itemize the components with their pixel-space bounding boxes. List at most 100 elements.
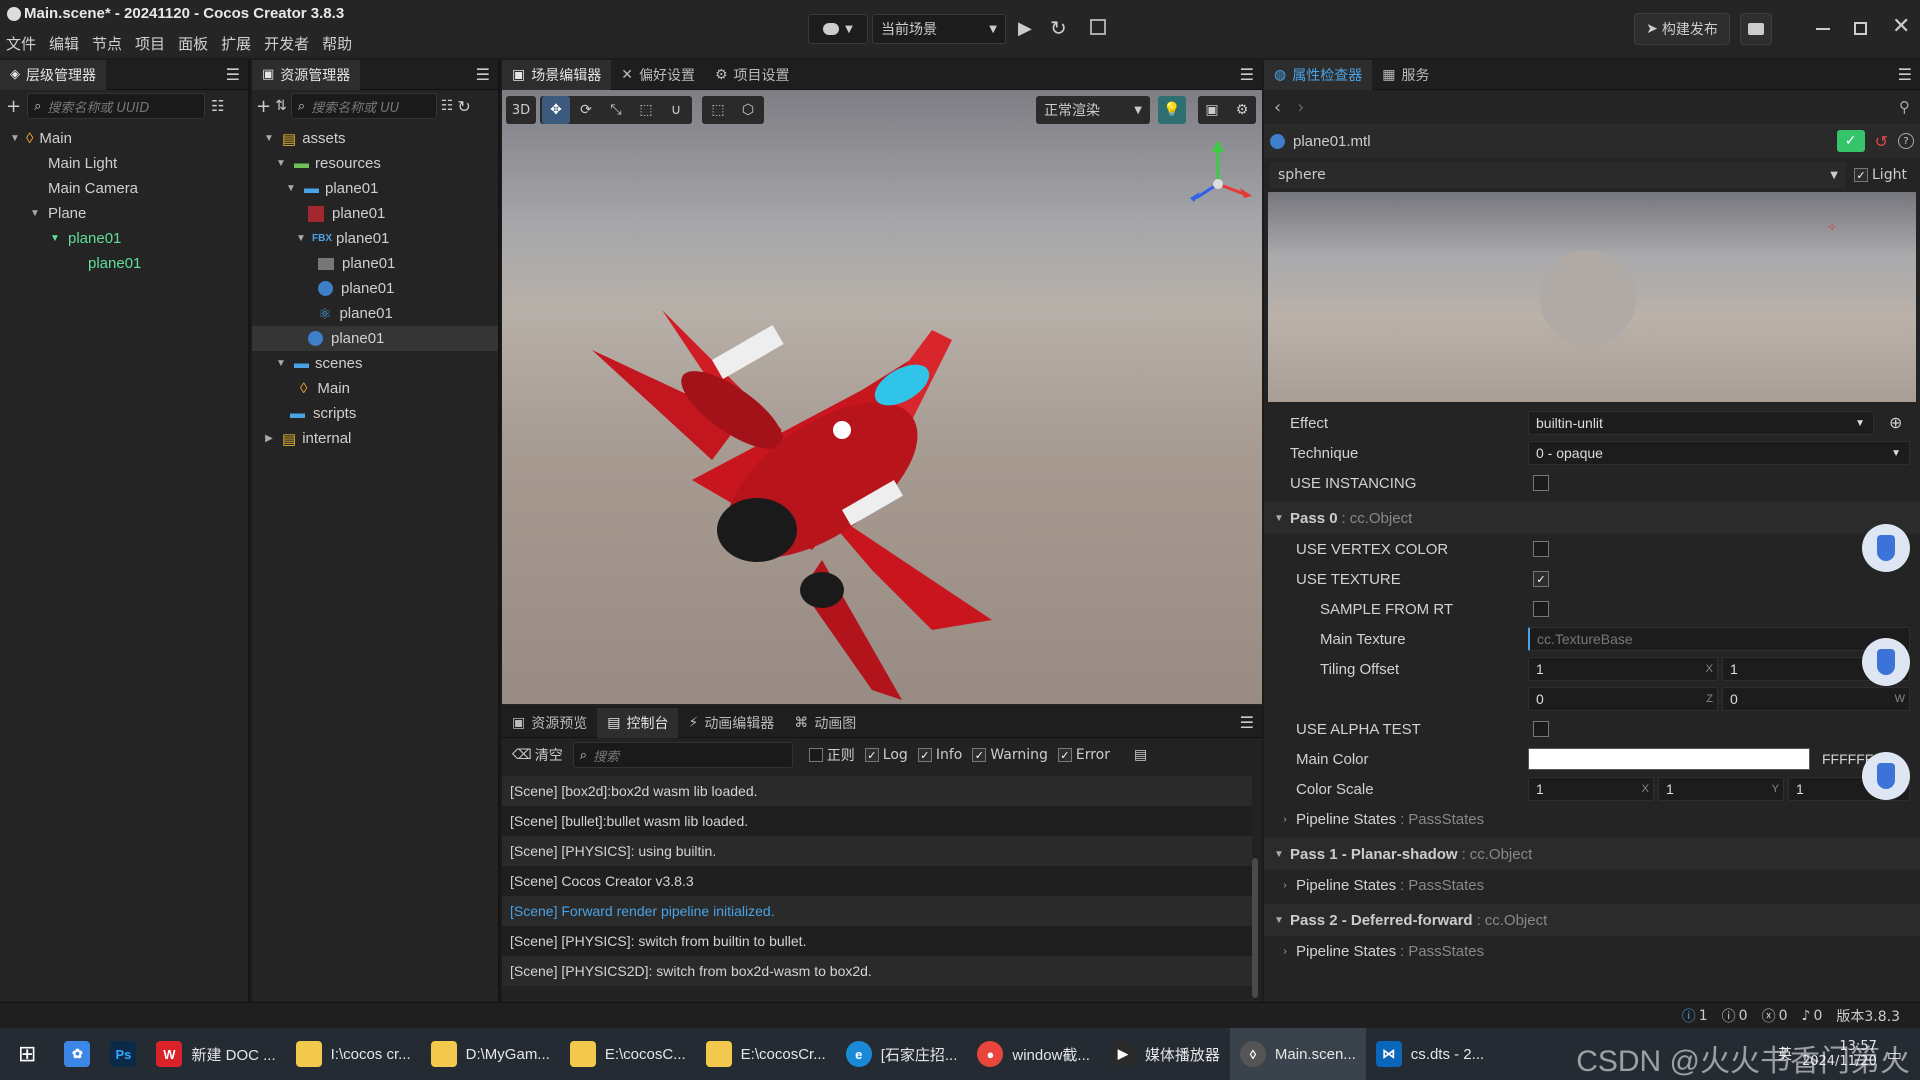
menu-extension[interactable]: 扩展 [221,33,251,54]
asset-main-scene[interactable]: ◊ Main [252,376,498,401]
qr-icon[interactable] [1090,19,1106,35]
taskbar-item[interactable]: E:\cocosC... [560,1028,696,1080]
tiling-z-input[interactable]: 0Z [1528,687,1718,711]
instancing-checkbox[interactable] [1533,475,1549,491]
clock[interactable]: 13:57 2024/11/20 [1802,1039,1877,1069]
chevron-down-icon[interactable]: ▼ [274,358,288,369]
forward-icon[interactable]: › [1297,97,1304,118]
chevron-down-icon[interactable]: ▼ [8,133,22,144]
menu-edit[interactable]: 编辑 [49,33,79,54]
tab-inspector[interactable]: ◍ 属性检查器 [1264,59,1373,90]
refresh-icon[interactable]: ↻ [457,97,470,116]
pivot-icon[interactable]: ⬡ [734,96,762,124]
locate-icon[interactable]: ⊕ [1889,413,1902,433]
asset-internal[interactable]: ▶ ▤ internal [252,426,498,451]
menu-project[interactable]: 项目 [135,33,165,54]
asset-resources[interactable]: ▼ ▬ resources [252,151,498,176]
taskbar-item[interactable]: I:\cocos cr... [286,1028,421,1080]
filter-info[interactable]: ✓ Info [917,747,962,763]
checkbox[interactable]: ✓ [1057,748,1072,762]
apply-button[interactable]: ✓ [1836,130,1865,152]
axis-gizmo[interactable] [1178,134,1258,214]
folder-open-button[interactable] [1740,13,1772,45]
asset-scenes[interactable]: ▼ ▬ scenes [252,351,498,376]
revert-icon[interactable]: ↺ [1875,132,1888,151]
log-row[interactable]: [Scene] Cocos Creator v3.8.3 [502,866,1252,896]
asset-assets[interactable]: ▼ ▤ assets [252,126,498,151]
menu-icon[interactable]: ☰ [1240,713,1254,732]
error-count[interactable]: ⓧ 0 [1762,1006,1788,1026]
list-icon[interactable]: ☷ [441,98,454,114]
light-toggle[interactable]: ✓ Light [1854,167,1907,183]
checkbox[interactable]: ✓ [917,748,932,762]
tab-animation-graph[interactable]: ⌘ 动画图 [784,708,866,738]
taskbar-item[interactable]: W 新建 DOC ... [146,1028,285,1080]
chevron-down-icon[interactable]: ▼ [274,158,288,169]
snap-tool-icon[interactable]: ∪ [662,96,690,124]
help-icon[interactable]: ? [1898,133,1914,149]
shield-icon[interactable] [1862,638,1910,686]
lightbulb-icon[interactable]: 💡 [1158,96,1186,124]
chevron-down-icon[interactable]: ▼ [28,208,42,219]
checkbox[interactable]: ✓ [864,748,879,762]
rect-tool-icon[interactable]: ⬚ [632,96,660,124]
chevron-down-icon[interactable]: ▼ [262,133,276,144]
taskbar-app-baidu[interactable]: ✿ [54,1028,100,1080]
tree-node-main-camera[interactable]: Main Camera [0,176,248,201]
log-row[interactable]: [Scene] [box2d]:box2d wasm lib loaded. [502,776,1252,806]
menu-panel[interactable]: 面板 [178,33,208,54]
menu-help[interactable]: 帮助 [322,33,352,54]
checkbox[interactable]: ✓ [972,748,987,762]
asset-scripts[interactable]: ▬ scripts [252,401,498,426]
play-icon[interactable]: ▶ [1018,18,1032,39]
asset-plane01-prefab[interactable]: ⚛ plane01 [252,301,498,326]
menu-icon[interactable]: ☰ [1240,65,1254,84]
taskbar-item[interactable]: ● window截... [967,1028,1100,1080]
taskbar-item[interactable]: ⋈ cs.dts - 2... [1366,1028,1494,1080]
color-scale-y-input[interactable]: 1Y [1658,777,1784,801]
maximize-button[interactable] [1854,22,1867,35]
tab-preferences[interactable]: ✕ 偏好设置 [611,60,705,90]
texture-checkbox[interactable]: ✓ [1533,571,1549,587]
scale-tool-icon[interactable]: ⤡ [602,96,630,124]
tab-asset-preview[interactable]: ▣ 资源预览 [502,708,597,738]
info-count[interactable]: ⓘ 1 [1682,1006,1708,1026]
refresh-icon[interactable]: ↻ [1050,16,1067,40]
tab-assets[interactable]: ▣ 资源管理器 [252,59,361,90]
minimize-button[interactable] [1816,28,1830,30]
menu-developer[interactable]: 开发者 [264,33,309,54]
taskbar-item[interactable]: D:\MyGam... [421,1028,560,1080]
mode-3d-button[interactable]: 3D [506,96,536,124]
filter-regex[interactable]: 正则 [808,745,855,765]
chevron-down-icon[interactable]: ▼ [284,183,298,194]
console-search-input[interactable]: ⌕ 搜索 [572,742,793,768]
clear-button[interactable]: ⌫ 清空 [512,745,563,765]
filter-warning[interactable]: ✓ Warning [972,747,1048,763]
pass1-header[interactable]: ▼ Pass 1 - Planar-shadow : cc.Object [1264,838,1920,870]
log-row[interactable]: [Scene] [PHYSICS]: switch from builtin t… [502,926,1252,956]
tab-project-settings[interactable]: ⚙ 项目设置 [705,60,800,90]
build-publish-button[interactable]: ➤ 构建发布 [1634,13,1730,45]
log-file-icon[interactable]: ▤ [1134,747,1147,763]
back-icon[interactable]: ‹ [1274,97,1281,118]
notification-count[interactable]: ♪ 0 [1802,1008,1823,1024]
sort-icon[interactable]: ☷ [211,97,224,115]
asset-plane01-folder[interactable]: ▼ ▬ plane01 [252,176,498,201]
technique-select[interactable]: 0 - opaque ▼ [1528,441,1910,465]
asset-plane01-mtl[interactable]: plane01 [252,326,498,351]
scene-select[interactable]: 当前场景 ▼ [872,14,1006,44]
tab-scene-editor[interactable]: ▣ 场景编辑器 [502,59,612,90]
vertex-color-checkbox[interactable] [1533,541,1549,557]
camera-icon[interactable]: ▣ [1198,96,1226,124]
notification-icon[interactable]: ▭ [1887,1045,1902,1064]
checkbox[interactable]: ✓ [1854,168,1868,182]
close-button[interactable]: ✕ [1892,14,1910,39]
checkbox[interactable] [808,748,823,762]
tree-node-main-light[interactable]: Main Light [0,151,248,176]
gear-icon[interactable]: ⚙ [1228,96,1256,124]
preview-shape-select[interactable]: sphere ▼ [1270,162,1846,188]
pass2-header[interactable]: ▼ Pass 2 - Deferred-forward : cc.Object [1264,904,1920,936]
menu-node[interactable]: 节点 [92,33,122,54]
tree-node-main[interactable]: ▼ ◊ Main [0,126,248,151]
prop-pipeline-states-2[interactable]: › Pipeline States : PassStates [1264,936,1920,966]
